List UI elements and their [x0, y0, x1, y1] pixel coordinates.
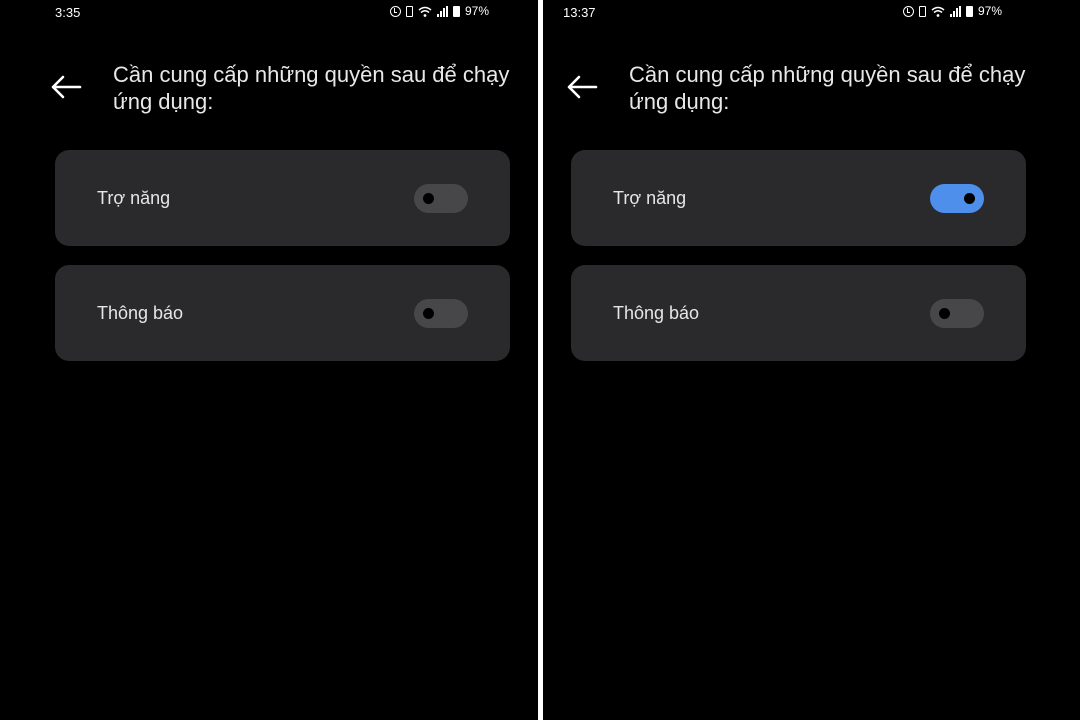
- back-arrow-icon[interactable]: [48, 72, 84, 102]
- battery-icon: [966, 5, 973, 17]
- permission-label: Trợ năng: [613, 188, 687, 208]
- notifications-toggle[interactable]: [930, 299, 984, 328]
- status-bar: 3:35 97%: [0, 0, 538, 24]
- page-title: Cần cung cấp những quyền sau để chạy ứng…: [629, 62, 1026, 114]
- notifications-toggle[interactable]: [414, 299, 468, 328]
- permission-label: Trợ năng: [97, 188, 171, 208]
- phone-screen-after: 13:37 97% Cần cung cấp những quyền sau đ…: [543, 0, 1080, 720]
- cellular-signal-icon: [437, 5, 448, 17]
- vibrate-icon: [919, 5, 926, 17]
- status-bar: 13:37 97%: [543, 0, 1080, 24]
- back-arrow-icon[interactable]: [564, 72, 600, 102]
- alarm-clock-icon: [390, 5, 401, 17]
- toggle-knob: [939, 308, 950, 319]
- toggle-knob: [423, 193, 434, 204]
- accessibility-toggle[interactable]: [930, 184, 984, 213]
- status-time: 13:37: [563, 5, 596, 20]
- permission-item-notifications[interactable]: Thông báo: [55, 265, 510, 361]
- page-title: Cần cung cấp những quyền sau để chạy ứng…: [113, 62, 510, 114]
- phone-screen-before: 3:35 97% Cần cung cấp những quyền sau để…: [0, 0, 538, 720]
- toggle-knob: [964, 193, 975, 204]
- battery-percent: 97%: [978, 4, 1003, 18]
- status-time: 3:35: [55, 5, 81, 20]
- permission-item-accessibility[interactable]: Trợ năng: [55, 150, 510, 246]
- accessibility-toggle[interactable]: [414, 184, 468, 213]
- vibrate-icon: [406, 5, 413, 17]
- wifi-icon: [418, 6, 432, 17]
- toggle-knob: [423, 308, 434, 319]
- cellular-signal-icon: [950, 5, 961, 17]
- alarm-clock-icon: [903, 5, 914, 17]
- battery-percent: 97%: [465, 4, 490, 18]
- permission-item-accessibility[interactable]: Trợ năng: [571, 150, 1026, 246]
- permission-item-notifications[interactable]: Thông báo: [571, 265, 1026, 361]
- wifi-icon: [931, 6, 945, 17]
- permission-label: Thông báo: [97, 303, 184, 323]
- permission-label: Thông báo: [613, 303, 700, 323]
- battery-icon: [453, 5, 460, 17]
- status-icons: 97%: [390, 4, 489, 18]
- status-icons: 97%: [903, 4, 1002, 18]
